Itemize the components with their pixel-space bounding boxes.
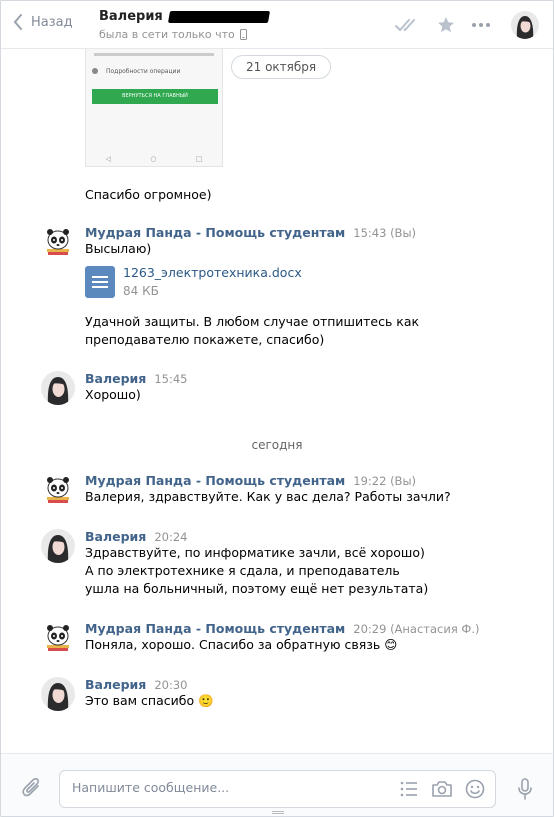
message-text: Поняла, хорошо. Спасибо за обратную связ… — [85, 637, 398, 652]
valeria-avatar[interactable] — [41, 371, 75, 405]
double-check-icon — [395, 19, 415, 32]
preview-button-text: ВЕРНУТЬСЯ НА ГЛАВНЫЙ — [92, 89, 218, 104]
microphone-icon — [518, 778, 532, 800]
message-author[interactable]: Валерия 20:30 — [85, 677, 187, 692]
message-history[interactable]: Подробности операции ВЕРНУТЬСЯ НА ГЛАВНЫ… — [1, 49, 553, 753]
read-status-button[interactable] — [395, 17, 421, 33]
message-text: Валерия, здравствуйте. Как у вас дела? Р… — [85, 489, 451, 504]
message-input-box[interactable] — [59, 770, 496, 808]
chat-header: Назад Валерия была в сети только что — [1, 1, 553, 49]
chat-window: Назад Валерия была в сети только что Под… — [0, 0, 554, 817]
message-text: Удачной защиты. В любом случае отпишитес… — [85, 314, 420, 347]
file-size: 84 КБ — [123, 284, 159, 298]
message-composer — [1, 753, 553, 816]
voice-message-button[interactable] — [517, 778, 533, 804]
message-time: 20:30 — [154, 678, 188, 692]
star-icon — [438, 17, 454, 33]
more-button[interactable] — [471, 22, 491, 28]
panda-avatar[interactable] — [41, 473, 75, 507]
back-label: Назад — [31, 14, 73, 30]
day-divider: сегодня — [251, 438, 303, 452]
document-icon — [85, 265, 115, 298]
valeria-avatar[interactable] — [41, 529, 75, 563]
message-text: Хорошо) — [85, 387, 141, 402]
phone-icon — [239, 29, 247, 40]
preview-row-text: Подробности операции — [106, 67, 181, 75]
emoji-button[interactable] — [465, 779, 485, 799]
redacted-surname — [167, 10, 270, 23]
message-text: Спасибо огромное) — [85, 187, 212, 202]
back-button[interactable]: Назад — [13, 14, 73, 30]
message-author[interactable]: Валерия 20:24 — [85, 529, 187, 544]
panda-avatar[interactable] — [41, 621, 75, 655]
favorite-button[interactable] — [437, 16, 455, 34]
contact-name: Валерия — [99, 9, 163, 24]
more-icon — [472, 23, 490, 27]
chevron-left-icon — [13, 14, 22, 30]
photo-button[interactable] — [431, 780, 453, 798]
date-pill[interactable]: 21 октября — [231, 55, 332, 79]
message-text: Высылаю) — [85, 241, 152, 256]
list-icon — [400, 781, 417, 797]
message-input[interactable] — [72, 780, 372, 795]
valeria-avatar[interactable] — [41, 677, 75, 711]
message-author[interactable]: Валерия 15:45 — [85, 371, 187, 386]
message-text: Это вам спасибо 🙂 — [85, 693, 214, 708]
panda-avatar[interactable] — [41, 225, 75, 259]
resize-handle[interactable] — [272, 811, 284, 814]
smile-icon — [465, 779, 485, 799]
attach-button[interactable] — [21, 776, 43, 804]
message-author[interactable]: Мудрая Панда - Помощь студентам 19:22 (Вы… — [85, 473, 416, 488]
conversation-title-block[interactable]: Валерия была в сети только что — [99, 9, 270, 41]
message-time: 15:45 — [154, 372, 188, 386]
camera-icon — [432, 781, 452, 797]
message-author[interactable]: Мудрая Панда - Помощь студентам 15:43 (Вы… — [85, 225, 416, 240]
message-time: 15:43 (Вы) — [353, 226, 417, 240]
online-status: была в сети только что — [99, 28, 235, 41]
file-attachment[interactable]: 1263_электротехника.docx 84 КБ — [85, 265, 302, 298]
attached-image[interactable]: Подробности операции ВЕРНУТЬСЯ НА ГЛАВНЫ… — [85, 49, 223, 167]
file-name[interactable]: 1263_электротехника.docx — [123, 265, 302, 280]
message-time: 19:22 (Вы) — [353, 474, 417, 488]
message-text: Здравствуйте, по информатике зачли, всё … — [85, 545, 429, 596]
templates-button[interactable] — [399, 780, 419, 798]
contact-avatar[interactable] — [511, 11, 539, 39]
message-author[interactable]: Мудрая Панда - Помощь студентам 20:29 (Ан… — [85, 621, 479, 636]
paperclip-icon — [22, 778, 39, 797]
message-time: 20:24 — [154, 530, 188, 544]
message-time: 20:29 (Анастасия Ф.) — [353, 622, 480, 636]
